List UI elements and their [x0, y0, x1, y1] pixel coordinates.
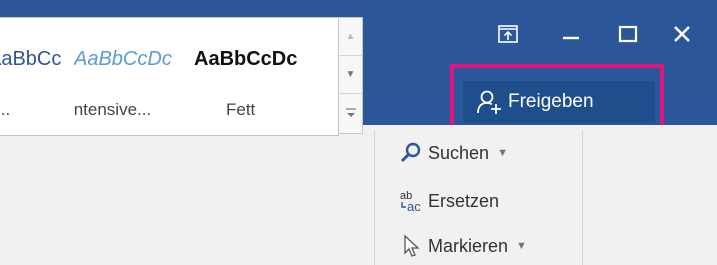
- scroll-down-icon[interactable]: ▼: [339, 56, 362, 94]
- styles-gallery: AaBbCcDc ... AaBbCcDc Intensive... AaBbC…: [0, 17, 339, 136]
- share-label: Freigeben: [508, 91, 594, 112]
- ribbon: [0, 125, 717, 265]
- select-button[interactable]: Markieren ▼: [398, 231, 527, 261]
- style-name: Intensive...: [74, 100, 152, 119]
- share-button[interactable]: Freigeben: [463, 81, 655, 123]
- ribbon-display-options-icon[interactable]: [490, 18, 526, 50]
- person-add-icon: [476, 89, 502, 115]
- close-icon[interactable]: [664, 18, 700, 50]
- group-divider: [374, 130, 375, 265]
- style-sample: AaBbCcDc: [194, 48, 298, 70]
- select-label: Markieren: [428, 235, 509, 256]
- svg-text:ac: ac: [407, 199, 421, 213]
- replace-button[interactable]: ab ac Ersetzen: [398, 186, 499, 216]
- gallery-more-icon[interactable]: [339, 94, 362, 132]
- search-icon: [398, 141, 424, 165]
- style-item-bold[interactable]: AaBbCcDc Fett: [192, 18, 304, 135]
- style-name: ...: [0, 100, 11, 119]
- style-item-intensive[interactable]: AaBbCcDc Intensive...: [74, 18, 184, 135]
- minimize-icon[interactable]: [553, 18, 589, 50]
- replace-icon: ab ac: [398, 189, 424, 213]
- cursor-arrow-icon: [398, 234, 424, 258]
- scroll-up-icon[interactable]: ▲: [339, 18, 362, 56]
- styles-gallery-scrollbar: ▲ ▼: [338, 17, 363, 134]
- style-sample: AaBbCcDc: [74, 48, 172, 70]
- search-button[interactable]: Suchen ▼: [398, 138, 508, 168]
- maximize-icon[interactable]: [610, 18, 646, 50]
- chevron-down-icon: ▼: [516, 240, 527, 252]
- group-divider: [582, 130, 583, 265]
- chevron-down-icon: ▼: [497, 147, 508, 159]
- style-name: Fett: [226, 100, 256, 119]
- search-label: Suchen: [428, 142, 490, 163]
- style-item[interactable]: AaBbCcDc ...: [0, 18, 62, 135]
- replace-label: Ersetzen: [428, 190, 500, 211]
- style-sample: AaBbCcDc: [0, 48, 62, 70]
